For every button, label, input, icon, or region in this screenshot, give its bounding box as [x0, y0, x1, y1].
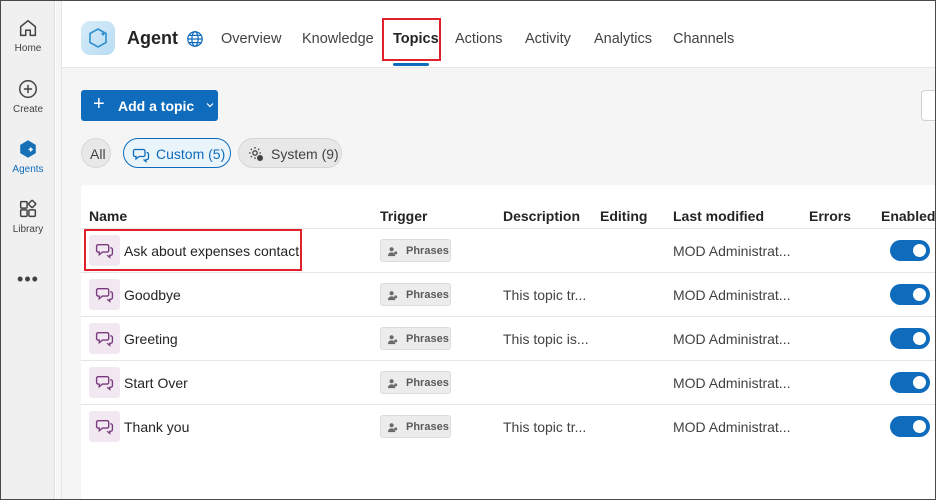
rail-item-label: Library [12, 224, 44, 235]
agents-icon [20, 140, 36, 158]
agent-logo-icon [81, 21, 115, 55]
chat-icon [132, 148, 150, 163]
rail-item-label: Home [14, 43, 42, 54]
tab-actions[interactable]: Actions [455, 31, 503, 47]
column-header-editing[interactable]: Editing [600, 208, 647, 224]
toolbar-overflow-button[interactable] [921, 90, 935, 121]
trigger-badge: Phrases [380, 415, 451, 438]
column-header-enabled[interactable]: Enabled [881, 208, 935, 224]
filter-all[interactable]: All [81, 138, 111, 168]
tab-overview[interactable]: Overview [221, 31, 281, 47]
column-header-trigger[interactable]: Trigger [380, 208, 427, 224]
trigger-label: Phrases [406, 333, 449, 345]
rail-item-library[interactable]: Library [1, 198, 55, 235]
active-tab-indicator [393, 63, 429, 66]
column-header-errors[interactable]: Errors [809, 208, 851, 224]
enabled-toggle[interactable] [890, 416, 930, 437]
person-icon [387, 423, 398, 433]
highlight-box-topic [84, 229, 302, 271]
add-topic-label: Add a topic [118, 98, 195, 114]
enabled-toggle[interactable] [890, 240, 930, 261]
rail-item-create[interactable]: Create [1, 78, 55, 115]
topic-last-modified: MOD Administrat... [673, 375, 791, 391]
topic-description: This topic tr... [503, 419, 587, 435]
column-header-last-modified[interactable]: Last modified [673, 208, 764, 224]
topic-name[interactable]: Greeting [124, 331, 178, 347]
tab-knowledge[interactable]: Knowledge [302, 31, 374, 47]
trigger-badge: Phrases [380, 327, 451, 350]
person-icon [387, 291, 398, 301]
person-icon [387, 379, 398, 389]
trigger-label: Phrases [406, 421, 449, 433]
filter-label: System (9) [271, 146, 339, 162]
topic-last-modified: MOD Administrat... [673, 331, 791, 347]
filter-custom[interactable]: Custom (5) [123, 138, 231, 168]
agent-header: Agent Overview Knowledge Topics Actions … [62, 1, 935, 68]
rail-item-label: Agents [12, 164, 44, 175]
table-row[interactable]: Goodbye Phrases This topic tr... MOD Adm… [81, 272, 935, 316]
topic-name[interactable]: Goodbye [124, 287, 181, 303]
trigger-label: Phrases [406, 289, 449, 301]
table-row[interactable]: Start Over Phrases MOD Administrat... [81, 360, 935, 404]
plus-circle-icon [19, 80, 37, 98]
more-icon[interactable]: ••• [1, 269, 55, 290]
rail-item-agents[interactable]: Agents [1, 138, 55, 175]
highlight-box-topics [382, 18, 441, 61]
globe-icon[interactable] [186, 30, 204, 48]
trigger-label: Phrases [406, 245, 449, 257]
trigger-badge: Phrases [380, 239, 451, 262]
rail-item-label: Create [12, 104, 43, 115]
topic-icon [89, 411, 120, 442]
filter-system[interactable]: System (9) [238, 138, 342, 168]
column-header-description[interactable]: Description [503, 208, 580, 224]
topic-icon [89, 279, 120, 310]
tab-analytics[interactable]: Analytics [594, 31, 652, 47]
trigger-label: Phrases [406, 377, 449, 389]
topic-description: This topic is... [503, 331, 589, 347]
enabled-toggle[interactable] [890, 284, 930, 305]
filter-label: All [90, 146, 106, 162]
topic-last-modified: MOD Administrat... [673, 243, 791, 259]
chevron-down-icon [206, 103, 214, 108]
topic-description: This topic tr... [503, 287, 587, 303]
trigger-badge: Phrases [380, 283, 451, 306]
topic-icon [89, 367, 120, 398]
person-icon [387, 335, 398, 345]
topics-content: + Add a topic All Custom (5) System (9) … [62, 68, 935, 499]
add-topic-button[interactable]: + Add a topic [81, 90, 218, 121]
left-rail: Home Create Agents Library ••• [1, 1, 55, 499]
topic-name[interactable]: Thank you [124, 419, 189, 435]
topic-icon [89, 323, 120, 354]
topic-last-modified: MOD Administrat... [673, 287, 791, 303]
tab-activity[interactable]: Activity [525, 31, 571, 47]
table-row[interactable]: Greeting Phrases This topic is... MOD Ad… [81, 316, 935, 360]
rail-item-home[interactable]: Home [1, 17, 55, 54]
tab-channels[interactable]: Channels [673, 31, 734, 47]
trigger-badge: Phrases [380, 371, 451, 394]
topic-name[interactable]: Start Over [124, 375, 188, 391]
person-icon [387, 247, 398, 257]
topic-last-modified: MOD Administrat... [673, 419, 791, 435]
library-icon [19, 199, 37, 218]
plus-icon: + [93, 93, 105, 115]
agent-name: Agent [127, 28, 178, 48]
enabled-toggle[interactable] [890, 372, 930, 393]
home-icon [19, 19, 37, 37]
system-gear-icon [249, 147, 263, 161]
column-header-name[interactable]: Name [89, 208, 127, 224]
table-row[interactable]: Thank you Phrases This topic tr... MOD A… [81, 404, 935, 448]
filter-label: Custom (5) [156, 146, 226, 162]
enabled-toggle[interactable] [890, 328, 930, 349]
topics-table: Name Trigger Description Editing Last mo… [81, 185, 935, 499]
